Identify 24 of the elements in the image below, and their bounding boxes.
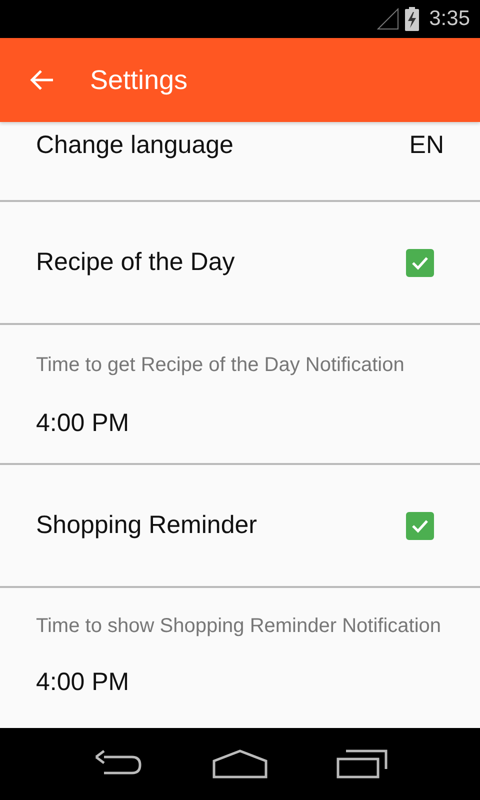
- setting-row[interactable]: Shopping Reminder: [0, 465, 480, 588]
- setting-label: Shopping Reminder: [36, 511, 257, 540]
- setting-label: Change language: [36, 131, 234, 160]
- setting-row[interactable]: Time to get Recipe of the Day Notification 4:00 PM: [0, 325, 480, 465]
- screen-title: Settings: [90, 64, 188, 96]
- setting-row[interactable]: Recipe of the Day: [0, 202, 480, 325]
- checkbox[interactable]: [406, 512, 434, 540]
- time-value: 4:00 PM: [36, 409, 130, 438]
- setting-label: Recipe of the Day: [36, 248, 235, 277]
- setting-row[interactable]: Change language EN: [0, 122, 480, 202]
- setting-row[interactable]: Time to show Shopping Reminder Notification 4:00 PM: [0, 588, 480, 728]
- checkbox[interactable]: [406, 248, 434, 276]
- checkmark-icon: [411, 518, 429, 532]
- setting-value: EN: [409, 131, 444, 160]
- setting-caption: Time to get Recipe of the Day Notification: [36, 353, 406, 377]
- setting-caption: Time to show Shopping Reminder Notification: [36, 614, 442, 638]
- clock-time: 3:35: [429, 7, 470, 31]
- checkmark-icon: [411, 256, 429, 270]
- back-arrow-icon[interactable]: [29, 69, 55, 91]
- home-icon[interactable]: [212, 749, 268, 779]
- signal-icon: [377, 8, 400, 30]
- battery-charging-icon: [405, 7, 420, 31]
- recent-apps-icon[interactable]: [336, 749, 388, 779]
- time-value: 4:00 PM: [36, 668, 130, 697]
